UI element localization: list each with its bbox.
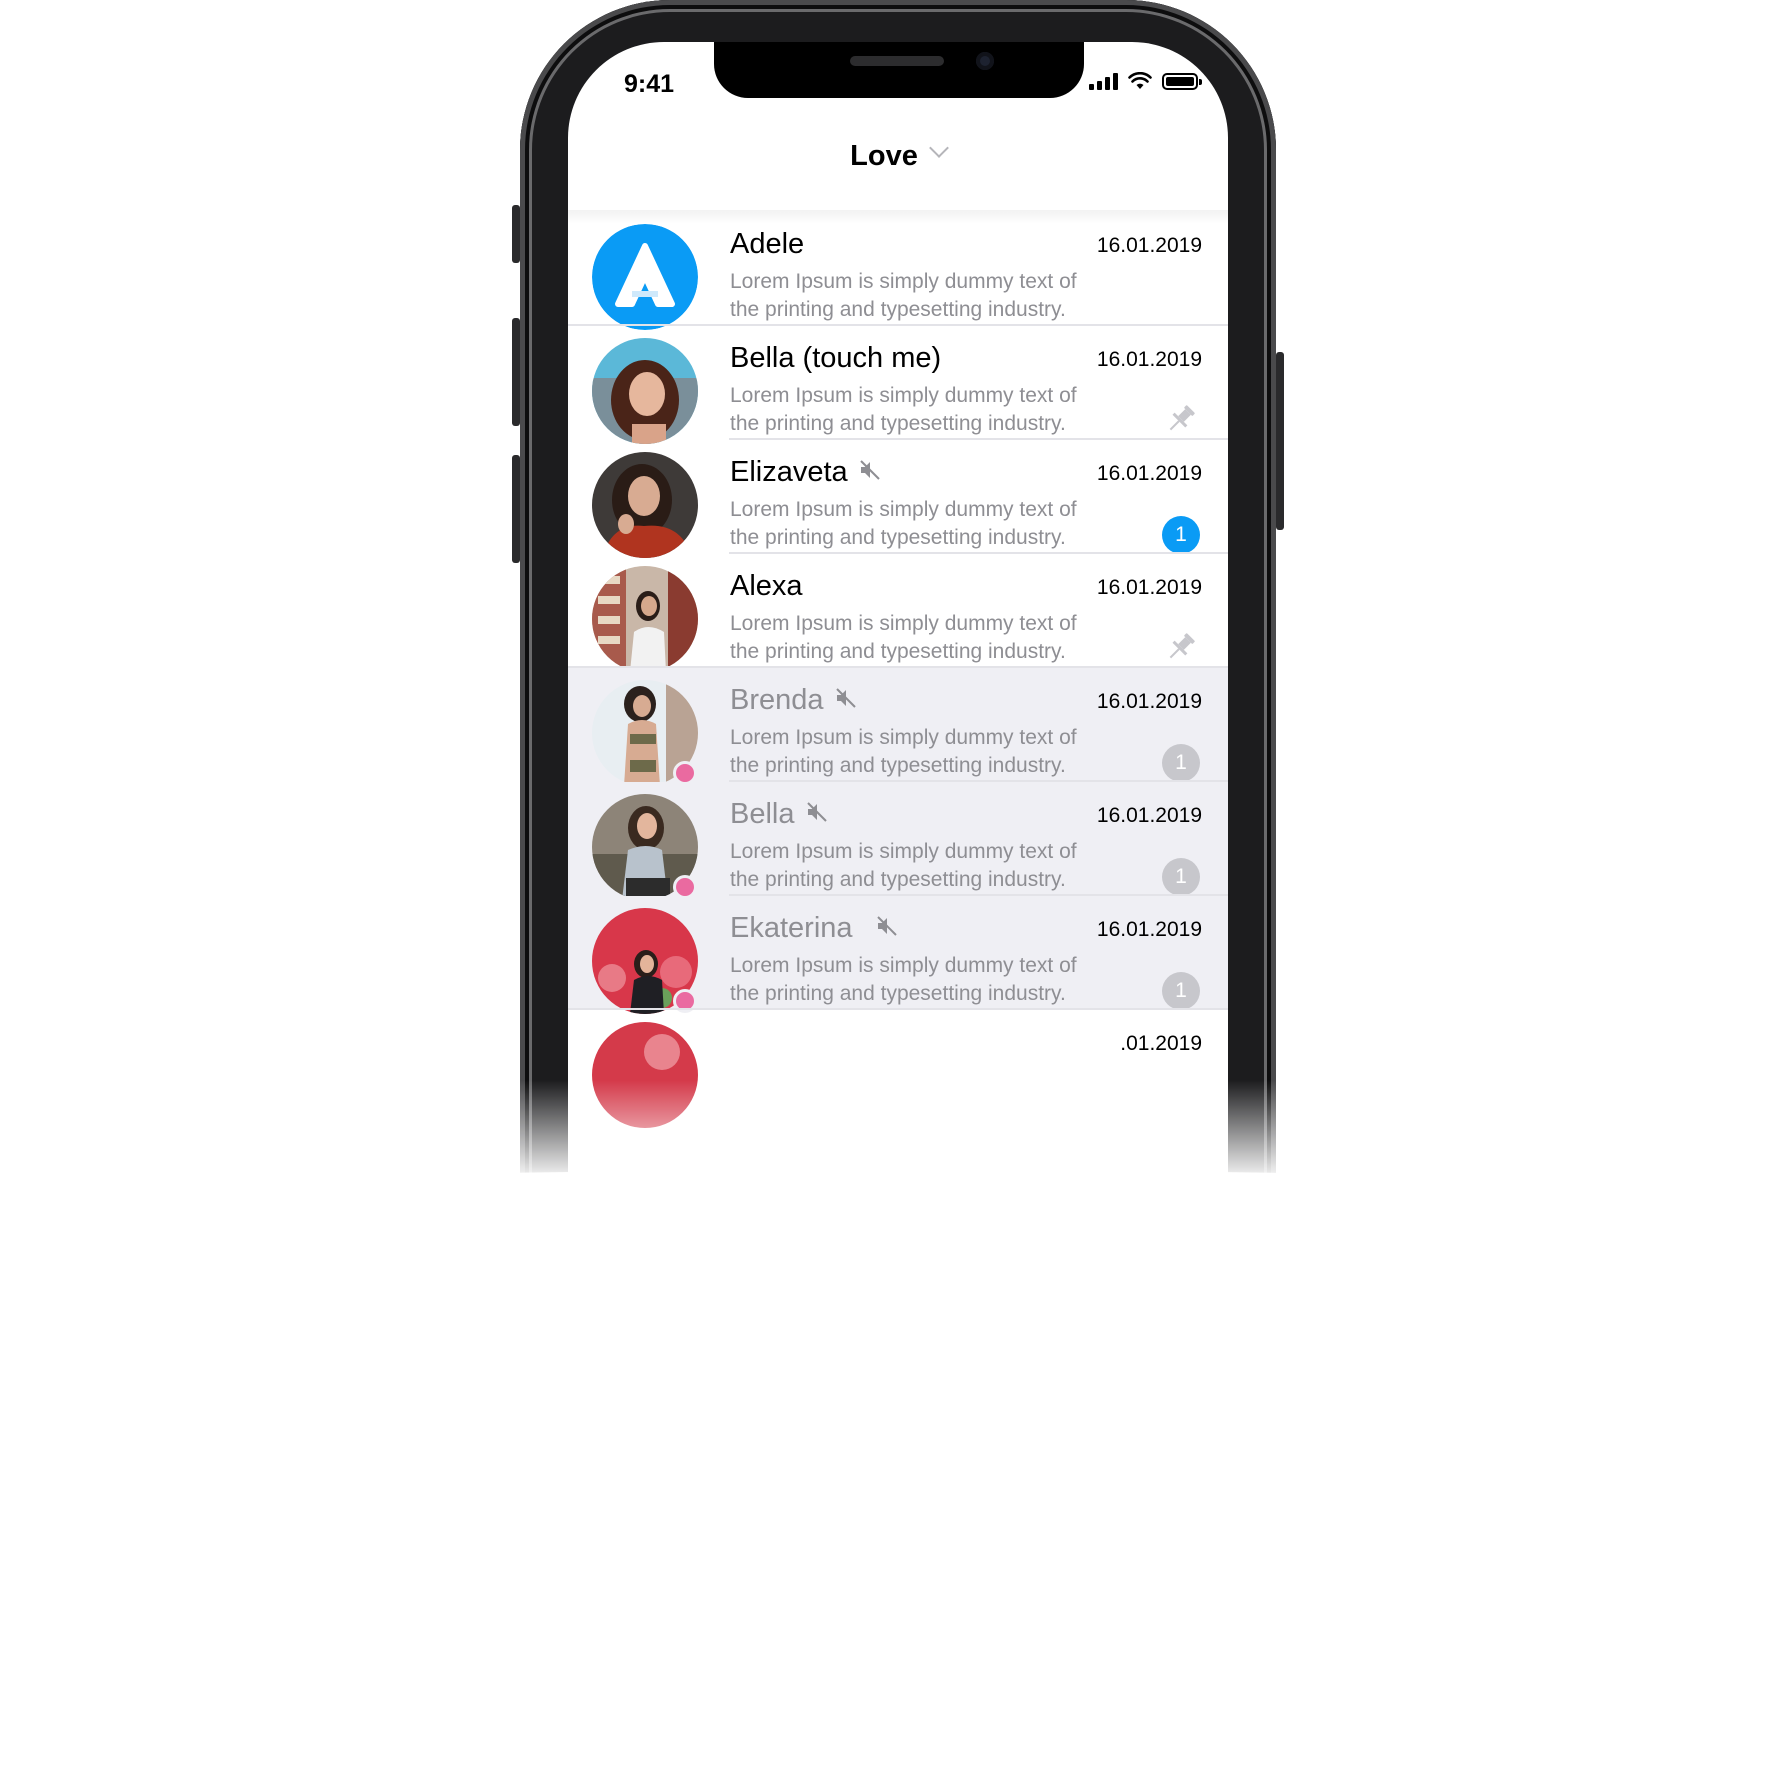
phone-screen: 9:41 Love Adele 16.01.2019 Lorem Ipsum i… <box>568 42 1228 1182</box>
speaker-muted-icon <box>806 802 827 823</box>
chat-row-bella-touch-me[interactable]: Bella (touch me) 16.01.2019 Lorem Ipsum … <box>568 326 1228 444</box>
chat-date: 16.01.2019 <box>1096 804 1202 827</box>
unread-badge: 1 <box>1162 744 1200 782</box>
chat-preview-line: Lorem Ipsum is simply dummy text of <box>730 384 1077 407</box>
chat-date: 16.01.2019 <box>1096 234 1202 257</box>
chat-date: 16.01.2019 <box>1096 918 1202 941</box>
pin-icon <box>1169 633 1195 659</box>
chat-preview-line: the printing and typesetting industry. <box>730 868 1066 891</box>
chat-row-adele[interactable]: Adele 16.01.2019 Lorem Ipsum is simply d… <box>568 212 1228 330</box>
chat-preview: Lorem Ipsum is simply dummy text of the … <box>730 838 1090 894</box>
chat-preview-line: Lorem Ipsum is simply dummy text of <box>730 840 1077 863</box>
chat-preview-line: the printing and typesetting industry. <box>730 298 1066 321</box>
speaker-muted-icon <box>859 460 880 481</box>
avatar <box>592 338 698 444</box>
chat-preview: Lorem Ipsum is simply dummy text of the … <box>730 268 1090 324</box>
chat-name-text: Elizaveta <box>730 456 848 488</box>
cellular-signal-icon <box>1089 72 1118 90</box>
power-button <box>1276 352 1284 530</box>
avatar <box>592 566 698 672</box>
chat-name: Alexa <box>730 570 803 602</box>
chat-date: 16.01.2019 <box>1096 576 1202 599</box>
chat-preview: Lorem Ipsum is simply dummy text of the … <box>730 952 1090 1008</box>
chat-name: Elizaveta <box>730 456 882 489</box>
silent-switch <box>512 205 520 263</box>
chat-date: 16.01.2019 <box>1096 690 1202 713</box>
front-camera <box>976 52 994 70</box>
chat-name: Bella <box>730 798 829 831</box>
avatar <box>592 452 698 558</box>
chat-list: Adele 16.01.2019 Lorem Ipsum is simply d… <box>568 212 1228 1128</box>
unread-badge: 1 <box>1162 972 1200 1010</box>
chat-date: .01.2019 <box>1120 1032 1202 1055</box>
status-icons <box>1089 72 1202 90</box>
bottom-mask <box>0 1170 1788 1785</box>
nav-bar[interactable]: Love <box>568 137 1228 210</box>
chat-name-text: Bella <box>730 798 795 830</box>
chat-date: 16.01.2019 <box>1096 348 1202 371</box>
chat-row-brenda[interactable]: Brenda 16.01.2019 Lorem Ipsum is simply … <box>568 668 1228 786</box>
chat-row-elizaveta[interactable]: Elizaveta 16.01.2019 Lorem Ipsum is simp… <box>568 440 1228 558</box>
chat-name: Adele <box>730 228 805 260</box>
chat-preview-line: the printing and typesetting industry. <box>730 982 1066 1005</box>
chat-preview-line: Lorem Ipsum is simply dummy text of <box>730 498 1077 521</box>
speaker-muted-icon <box>835 688 856 709</box>
chat-preview-line: the printing and typesetting industry. <box>730 640 1066 663</box>
chat-preview: Lorem Ipsum is simply dummy text of the … <box>730 724 1090 780</box>
chevron-down-icon[interactable] <box>928 137 949 158</box>
chat-row-alexa[interactable]: Alexa 16.01.2019 Lorem Ipsum is simply d… <box>568 554 1228 672</box>
chat-preview: Lorem Ipsum is simply dummy text of the … <box>730 496 1090 552</box>
page-title[interactable]: Love <box>850 140 918 172</box>
chat-name-text: Brenda <box>730 684 824 716</box>
volume-down-button <box>512 455 520 563</box>
unread-badge: 1 <box>1162 858 1200 896</box>
chat-row-bella[interactable]: Bella 16.01.2019 Lorem Ipsum is simply d… <box>568 782 1228 900</box>
status-time: 9:41 <box>624 70 675 98</box>
earpiece-speaker <box>850 56 944 66</box>
wifi-icon <box>1128 72 1152 89</box>
avatar <box>592 224 698 330</box>
chat-preview-line: the printing and typesetting industry. <box>730 754 1066 777</box>
chat-preview-line: Lorem Ipsum is simply dummy text of <box>730 954 1077 977</box>
unread-badge: 1 <box>1162 516 1200 554</box>
chat-preview-line: the printing and typesetting industry. <box>730 526 1066 549</box>
volume-up-button <box>512 318 520 426</box>
chat-name-text: Ekaterina <box>730 912 853 944</box>
speaker-muted-icon <box>876 916 897 937</box>
chat-preview-line: Lorem Ipsum is simply dummy text of <box>730 612 1077 635</box>
chat-name: Brenda <box>730 684 858 717</box>
notch <box>714 42 1084 98</box>
chat-date: 16.01.2019 <box>1096 462 1202 485</box>
battery-icon <box>1162 72 1202 90</box>
chat-preview: Lorem Ipsum is simply dummy text of the … <box>730 382 1090 438</box>
chat-name: Bella (touch me) <box>730 342 942 374</box>
chat-preview-line: Lorem Ipsum is simply dummy text of <box>730 270 1077 293</box>
chat-preview-line: Lorem Ipsum is simply dummy text of <box>730 726 1077 749</box>
pin-icon <box>1169 405 1195 431</box>
chat-name: Ekaterina <box>730 912 899 945</box>
chat-preview: Lorem Ipsum is simply dummy text of the … <box>730 610 1090 666</box>
chat-preview-line: the printing and typesetting industry. <box>730 412 1066 435</box>
chat-row-ekaterina[interactable]: Ekaterina 16.01.2019 Lorem Ipsum is simp… <box>568 896 1228 1014</box>
